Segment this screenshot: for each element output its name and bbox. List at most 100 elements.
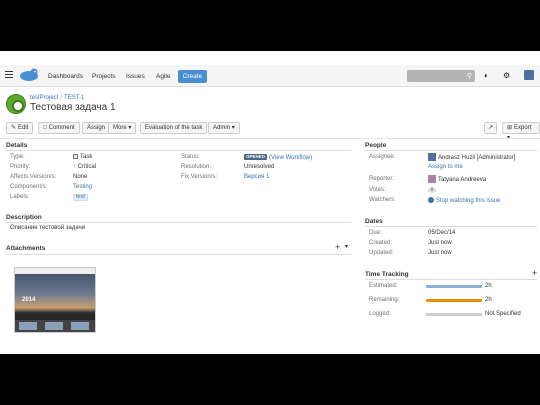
thumbnail-caption: 2014 (22, 297, 36, 303)
reporter-value: Tatyana Andreeva (428, 175, 486, 183)
gear-icon[interactable]: ⚙ (503, 71, 510, 80)
priority-label: Priority: (10, 164, 31, 170)
labels-label: Labels: (10, 194, 30, 200)
created-value: Just now (428, 240, 452, 246)
estimated-value: 2h (485, 283, 492, 289)
more-button[interactable]: More ▾ (108, 122, 137, 134)
watchers-value[interactable]: Stop watching this issue (428, 197, 500, 204)
watchers-label: Watchers: (369, 197, 396, 203)
admin-button[interactable]: Admin ▾ (208, 122, 240, 134)
log-work-icon[interactable]: + (532, 268, 537, 278)
affects-label: Affects Version/s: (10, 174, 57, 180)
fix-version-label: Fix Version/s: (181, 174, 218, 180)
time-tracking-heading[interactable]: Time Tracking (365, 271, 409, 278)
task-icon (73, 154, 78, 159)
admin-label: Admin (213, 125, 231, 131)
due-value: 05/Dec/14 (428, 230, 456, 236)
affects-value: None (73, 174, 88, 180)
fix-version-link[interactable]: Версия 1 (244, 174, 269, 180)
components-link[interactable]: Testing (73, 184, 92, 190)
pencil-icon: ✎ (11, 125, 17, 131)
logged-label: Logged: (369, 311, 391, 317)
votes-value: 0 (428, 187, 436, 193)
edit-button[interactable]: ✎ Edit (6, 122, 34, 134)
nav-issues[interactable]: Issues (126, 73, 145, 80)
type-value: Task (73, 154, 92, 160)
stop-watching-link: Stop watching this issue (436, 198, 501, 204)
evaluation-button[interactable]: Evaluation of the task (140, 122, 208, 134)
priority-text: Critical (77, 164, 97, 170)
nav-projects[interactable]: Projects (92, 73, 115, 80)
chevron-down-icon: ▾ (231, 125, 235, 131)
thumbnail-header (15, 268, 95, 274)
status-value: OPENED (View Workflow) (244, 154, 312, 161)
dates-heading[interactable]: Dates (365, 218, 383, 225)
resolution-label: Resolution: (181, 164, 212, 170)
dates-divider (365, 226, 537, 227)
menu-icon[interactable] (5, 71, 13, 79)
attachments-heading[interactable]: Attachments (6, 245, 45, 252)
app-logo-icon[interactable] (19, 68, 39, 82)
reporter-avatar (428, 175, 436, 183)
notifications-icon[interactable]: ◐ (484, 71, 489, 80)
comment-label: Comment (48, 125, 75, 131)
reporter-label: Reporter: (369, 176, 395, 182)
reporter-name[interactable]: Tatyana Andreeva (438, 177, 486, 183)
type-text: Task (80, 154, 93, 160)
toolbar-divider (0, 138, 540, 139)
label-tag[interactable]: test (73, 194, 88, 201)
assignee-value: Andrasz Huzli [Administrator] (428, 153, 515, 161)
export-icon: ⊞ (507, 125, 513, 131)
issue-title: Тестовая задача 1 (30, 102, 116, 113)
view-workflow-link[interactable]: (View Workflow) (269, 155, 312, 161)
resolution-value: Unresolved (244, 164, 275, 170)
share-icon: ↗ (488, 125, 494, 131)
assign-to-me-link[interactable]: Assign to me (428, 164, 463, 170)
watch-icon (428, 197, 434, 203)
user-avatar[interactable] (524, 70, 534, 80)
export-button[interactable]: ⊞Export ▾ (502, 122, 540, 141)
jira-window: Dashboards Projects Issues Agile Create … (0, 51, 540, 354)
estimated-track (426, 285, 482, 288)
comment-button[interactable]: □ Comment (38, 122, 80, 134)
components-label: Component/s: (10, 184, 48, 190)
time-tracking-divider (365, 279, 537, 280)
breadcrumb-issue-key[interactable]: TEST-1 (64, 95, 84, 101)
updated-label: Updated: (369, 250, 394, 256)
attachment-options-icon[interactable]: ▾ (345, 243, 348, 250)
remaining-value: 2h (485, 297, 492, 303)
comment-icon: □ (43, 125, 47, 131)
add-attachment-icon[interactable]: + (335, 242, 340, 252)
description-text[interactable]: Описание тестовой задачи (10, 225, 85, 231)
description-heading[interactable]: Description (6, 214, 42, 221)
priority-value: ↑ Critical (73, 164, 96, 170)
priority-critical-icon: ↑ (73, 164, 76, 170)
attachment-thumbnail[interactable]: 2014 (14, 267, 96, 333)
details-divider (6, 150, 351, 151)
description-divider (6, 222, 351, 223)
search-icon: ⚲ (466, 73, 472, 80)
people-heading[interactable]: People (365, 142, 386, 149)
votes-badge[interactable]: 0 (428, 187, 436, 193)
type-label: Type: (10, 154, 25, 160)
nav-agile[interactable]: Agile (156, 73, 170, 80)
project-avatar[interactable] (6, 94, 26, 114)
status-label: Status: (181, 154, 200, 160)
more-label: More (113, 125, 127, 131)
assign-button[interactable]: Assign (82, 122, 111, 134)
thumbnail-strip (15, 320, 95, 332)
breadcrumb: testProject / TEST-1 (30, 95, 85, 101)
attachments-divider (6, 254, 351, 255)
details-heading[interactable]: Details (6, 142, 27, 149)
search-input[interactable]: ⚲ (407, 70, 475, 82)
created-label: Created: (369, 240, 393, 246)
create-button[interactable]: Create (178, 70, 207, 83)
chevron-down-icon: ▾ (128, 125, 132, 131)
assignee-name[interactable]: Andrasz Huzli [Administrator] (438, 155, 515, 161)
share-button[interactable]: ↗ (484, 122, 498, 134)
breadcrumb-project[interactable]: testProject (30, 95, 58, 101)
labels-value: test (73, 194, 88, 201)
nav-dashboards[interactable]: Dashboards (48, 73, 83, 80)
assignee-label: Assignee: (369, 154, 396, 160)
remaining-track (426, 299, 482, 302)
